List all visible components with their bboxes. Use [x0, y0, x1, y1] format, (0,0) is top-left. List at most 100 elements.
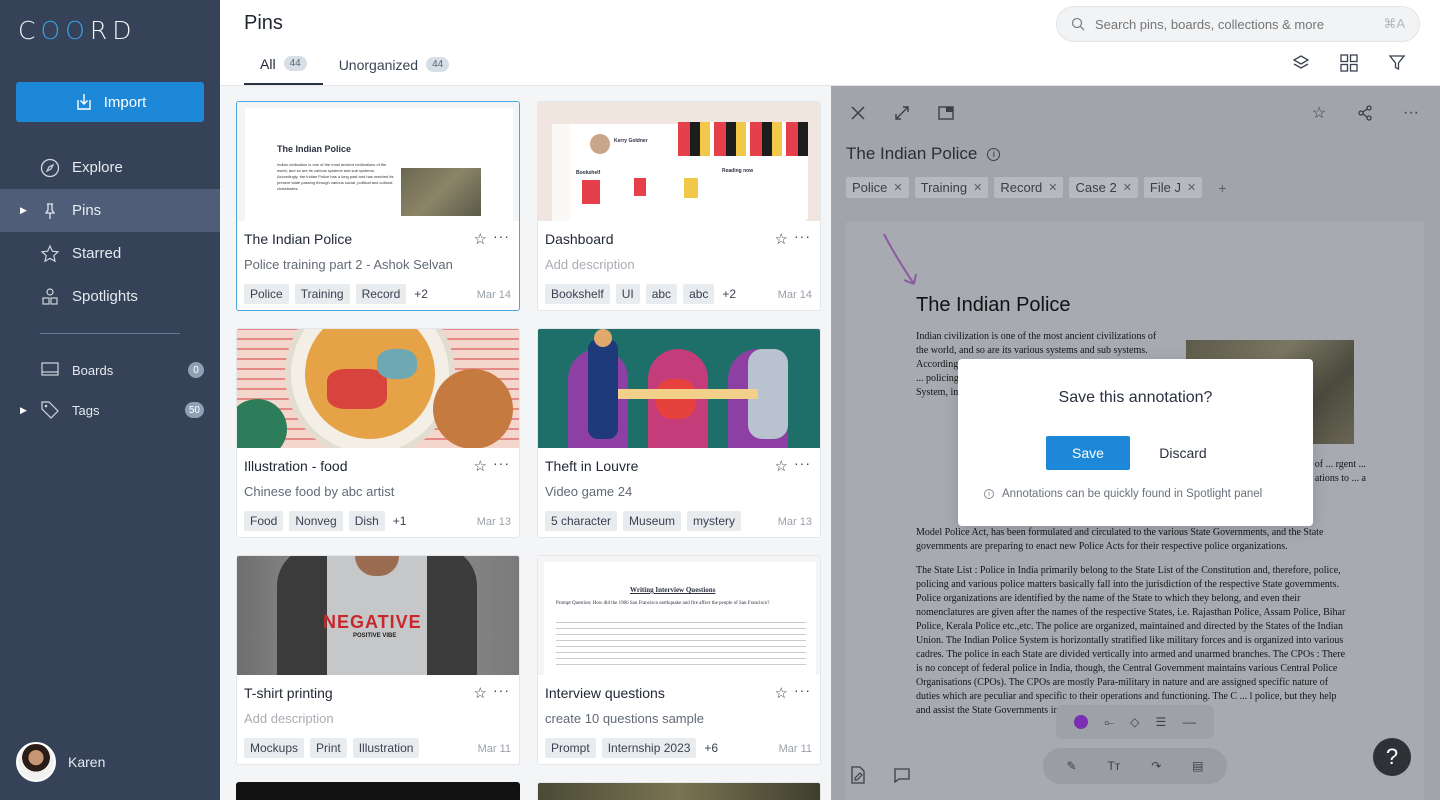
window-icon[interactable] — [935, 102, 957, 124]
pin-description[interactable]: Add description — [545, 257, 635, 272]
pin-card[interactable]: NEGATIVE POSITIVE VIBE T-shirt printing … — [236, 555, 520, 765]
tag-chip[interactable]: File J ✕ — [1143, 177, 1203, 198]
more-options-icon[interactable]: ··· — [794, 682, 811, 698]
pin-description[interactable]: create 10 questions sample — [545, 711, 704, 726]
more-options-icon[interactable]: ··· — [493, 455, 510, 471]
star-icon[interactable]: ☆ — [474, 684, 487, 702]
tag-chip[interactable]: UI — [615, 284, 640, 304]
search-input[interactable] — [1095, 16, 1374, 32]
pin-title[interactable]: Interview questions — [545, 685, 665, 701]
more-options-icon[interactable]: ··· — [1400, 102, 1422, 124]
pin-card[interactable]: Writing Interview Questions Prompt Quest… — [537, 555, 821, 765]
caret-right-icon[interactable]: ▶ — [20, 405, 27, 416]
tag-chip[interactable]: Police ✕ — [846, 177, 909, 198]
pin-title[interactable]: T-shirt printing — [244, 685, 333, 701]
pin-card[interactable]: Theft in Louvre ☆ ··· Video game 24 5 ch… — [537, 328, 821, 538]
pin-description[interactable]: Police training part 2 - Ashok Selvan — [244, 257, 453, 272]
share-icon[interactable] — [1354, 102, 1376, 124]
text-tool-icon[interactable]: Tт — [1107, 759, 1120, 773]
tab-unorganized[interactable]: Unorganized 44 — [323, 44, 466, 85]
tag-chip[interactable]: Bookshelf — [545, 284, 610, 304]
star-icon[interactable]: ☆ — [775, 230, 788, 248]
comment-icon[interactable] — [891, 764, 913, 786]
tag-chip[interactable]: Prompt — [545, 738, 596, 758]
remove-tag-icon[interactable]: ✕ — [1123, 181, 1132, 194]
more-options-icon[interactable]: ··· — [794, 228, 811, 244]
pin-title[interactable]: Illustration - food — [244, 458, 348, 474]
pin-card[interactable]: Illustration - food ☆ ··· Chinese food b… — [236, 328, 520, 538]
pin-card[interactable]: Kerry Goldner Bookshelf Reading now Dash… — [537, 101, 821, 311]
star-icon[interactable]: ☆ — [775, 684, 788, 702]
expand-icon[interactable] — [891, 102, 913, 124]
pin-title[interactable]: Theft in Louvre — [545, 458, 638, 474]
remove-tag-icon[interactable]: ✕ — [893, 181, 902, 194]
pin-description[interactable]: Chinese food by abc artist — [244, 484, 394, 499]
remove-tag-icon[interactable]: ✕ — [973, 181, 982, 194]
import-button[interactable]: Import — [16, 82, 204, 122]
remove-tag-icon[interactable]: ✕ — [1187, 181, 1196, 194]
user-profile[interactable]: Karen — [16, 742, 105, 782]
tag-chip[interactable]: Training — [294, 284, 350, 304]
more-tags-count[interactable]: +1 — [393, 514, 407, 528]
tag-chip[interactable]: 5 character — [545, 511, 618, 531]
more-options-icon[interactable]: ··· — [794, 455, 811, 471]
filter-icon[interactable] — [1386, 52, 1408, 74]
app-logo[interactable]: COORD — [18, 16, 136, 45]
sidebar-item-boards[interactable]: Boards 0 — [0, 350, 220, 390]
more-tags-count[interactable]: +2 — [414, 287, 428, 301]
pin-description[interactable]: Video game 24 — [545, 484, 632, 499]
more-options-icon[interactable]: ··· — [493, 228, 510, 244]
star-icon[interactable]: ☆ — [474, 230, 487, 248]
sidebar-item-starred[interactable]: Starred — [0, 232, 220, 275]
pin-card[interactable] — [236, 782, 520, 800]
star-icon[interactable]: ☆ — [1308, 102, 1330, 124]
pin-title[interactable]: Dashboard — [545, 231, 614, 247]
diamond-tool-icon[interactable]: ◇ — [1130, 715, 1139, 729]
sidebar-item-tags[interactable]: ▶ Tags 50 — [0, 390, 220, 430]
layers-icon[interactable] — [1290, 52, 1312, 74]
sidebar-item-spotlights[interactable]: Spotlights — [0, 275, 220, 318]
note-tool-icon[interactable]: ▤ — [1192, 759, 1203, 773]
sidebar-item-explore[interactable]: Explore — [0, 146, 220, 189]
tag-chip[interactable]: abc — [645, 284, 678, 304]
more-tags-count[interactable]: +6 — [704, 741, 718, 755]
more-options-icon[interactable]: ··· — [493, 682, 510, 698]
line-weight-icon[interactable]: ☰ — [1156, 715, 1167, 729]
tag-chip[interactable]: Internship 2023 — [601, 738, 697, 758]
info-icon[interactable]: i — [987, 147, 1001, 161]
tab-all[interactable]: All 44 — [244, 44, 323, 85]
tag-chip[interactable]: Nonveg — [289, 511, 343, 531]
close-icon[interactable] — [847, 102, 869, 124]
color-picker-icon[interactable] — [1074, 715, 1089, 729]
tag-chip[interactable]: Museum — [623, 511, 682, 531]
tag-chip[interactable]: Training ✕ — [914, 177, 989, 198]
grid-view-icon[interactable] — [1338, 52, 1360, 74]
tag-chip[interactable]: Mockups — [244, 738, 305, 758]
remove-tag-icon[interactable]: ✕ — [1048, 181, 1057, 194]
pin-description[interactable]: Add description — [244, 711, 334, 726]
detail-title-text[interactable]: The Indian Police — [846, 144, 977, 164]
dash-style-icon[interactable]: ‒‒ — [1183, 715, 1196, 729]
tag-chip[interactable]: Record ✕ — [994, 177, 1064, 198]
arrow-tool-icon[interactable]: ⟜ — [1104, 715, 1114, 730]
tag-chip[interactable]: Case 2 ✕ — [1069, 177, 1138, 198]
save-button[interactable]: Save — [1046, 436, 1130, 470]
tag-chip[interactable]: Police — [244, 284, 289, 304]
avatar[interactable] — [16, 742, 56, 782]
sidebar-item-pins[interactable]: ▶ Pins — [0, 189, 220, 232]
tag-chip[interactable]: Print — [310, 738, 347, 758]
star-icon[interactable]: ☆ — [474, 457, 487, 475]
star-icon[interactable]: ☆ — [775, 457, 788, 475]
pin-card[interactable]: The Indian Police Indian civilization is… — [236, 101, 520, 311]
tag-chip[interactable]: mystery — [687, 511, 742, 531]
more-tags-count[interactable]: +2 — [722, 287, 736, 301]
redo-icon[interactable]: ↷ — [1151, 759, 1161, 773]
caret-right-icon[interactable]: ▶ — [20, 205, 27, 216]
tag-chip[interactable]: Illustration — [352, 738, 420, 758]
discard-button[interactable]: Discard — [1146, 436, 1220, 470]
tag-chip[interactable]: Record — [355, 284, 407, 304]
tag-chip[interactable]: Dish — [348, 511, 385, 531]
search-bar[interactable]: ⌘A — [1056, 6, 1420, 42]
add-tag-icon[interactable]: + — [1218, 180, 1226, 196]
tag-chip[interactable]: abc — [683, 284, 715, 304]
